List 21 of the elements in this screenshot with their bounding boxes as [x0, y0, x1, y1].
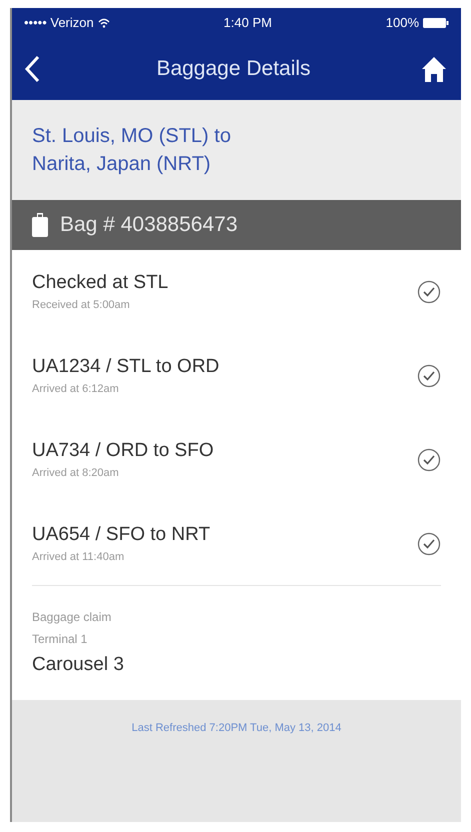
battery-icon — [423, 18, 449, 28]
luggage-icon — [32, 212, 48, 238]
carrier-name: ••••• Verizon — [24, 14, 94, 32]
claim-label: Baggage claim — [32, 609, 112, 626]
step-detail: Arrived at 6:12am — [32, 382, 120, 397]
bag-number: Bag # 4038856473 — [60, 212, 238, 238]
terminal-text: Terminal 1 — [32, 631, 88, 648]
last-refreshed-text: Last Refreshed 7:20PM Tue, May 13, 2014 — [132, 721, 342, 736]
clock-time: 1:40 PM — [224, 14, 272, 32]
step-title: UA1234 / STL to ORD — [32, 355, 220, 379]
step-title: UA654 / SFO to NRT — [32, 522, 210, 546]
wifi-icon — [98, 18, 110, 28]
carousel-text: Carousel 3 — [32, 653, 125, 677]
battery-percent: 100% — [386, 14, 419, 32]
step-detail: Arrived at 8:20am — [32, 466, 120, 481]
route-title: St. Louis, MO (STL) to Narita, Japan (NRT) — [32, 124, 232, 177]
screen-title: Baggage Details — [156, 56, 311, 82]
step-title: Checked at STL — [32, 271, 168, 295]
step-detail: Arrived at 11:40am — [32, 550, 126, 564]
step-title: UA734 / ORD to SFO — [32, 439, 214, 463]
step-detail: Received at 5:00am — [32, 298, 131, 313]
